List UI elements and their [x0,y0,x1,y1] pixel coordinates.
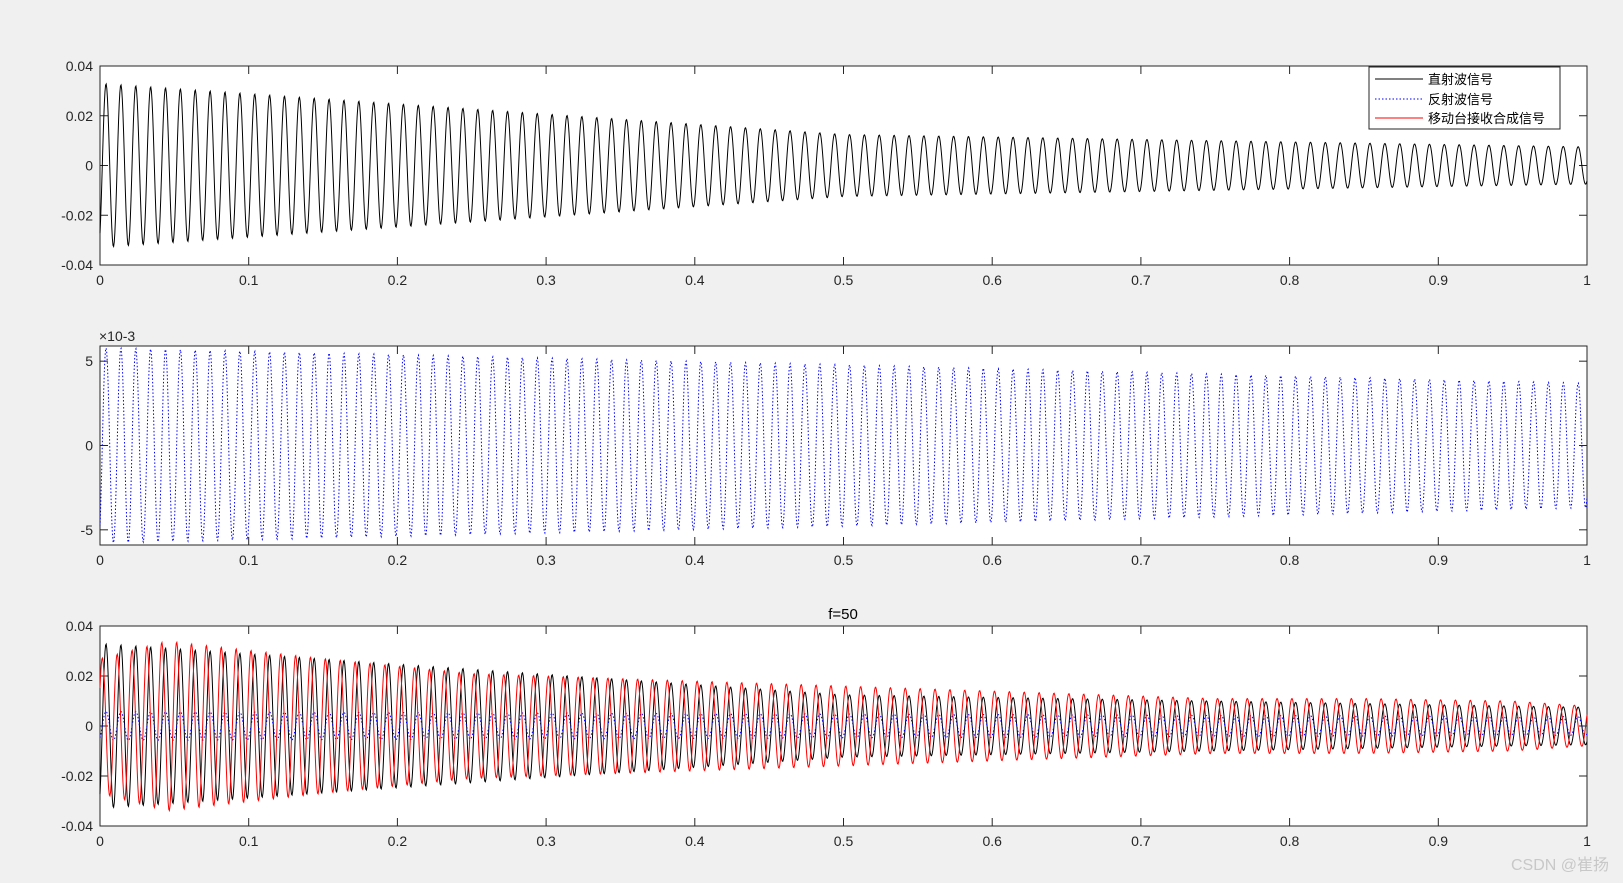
y-tick-label: 0 [85,718,93,734]
watermark: CSDN @崔扬 [1510,857,1609,874]
axes-direct-wave: 0 0.1 0.2 0.3 0.4 0.5 0.6 0.7 0.8 0.9 1 -0.04 -0.02… [61,58,1591,288]
x-tick-label: 0.5 [834,272,854,288]
x-tick-label: 0.3 [536,272,556,288]
x-tick-label: 0.1 [239,833,259,849]
x-tick-label: 0.5 [834,552,854,568]
legend-label-reflected: 反射波信号 [1428,92,1493,108]
axes-combined-signal: f=50 0 0.1 0.2 0.3 0.4 0.5 0.6 0.7 0.8 0.9 1 -0.04… [61,606,1591,849]
x-tick-label: 0.3 [536,833,556,849]
x-tick-label: 0.2 [388,833,408,849]
y-tick-label: -0.04 [61,257,93,273]
x-tick-label: 0.1 [239,272,259,288]
x-tick-label: 0.3 [536,552,556,568]
x-tick-label: 0.8 [1280,552,1300,568]
y-tick-label: 0.04 [66,58,93,74]
figure-canvas: 0 0.1 0.2 0.3 0.4 0.5 0.6 0.7 0.8 0.9 1 -0.04 -0.02… [0,0,1623,883]
plot-area [99,65,1588,266]
x-tick-label: 0 [96,833,104,849]
plot-area [99,625,1588,827]
x-tick-label: 0.7 [1131,272,1151,288]
y-tick-label: -0.02 [61,207,93,223]
x-tick-label: 0.8 [1280,272,1300,288]
y-scale-exponent: ×10-3 [99,328,135,344]
x-tick-label: 0.7 [1131,552,1151,568]
y-tick-label: -0.02 [61,768,93,784]
x-tick-label: 0 [96,552,104,568]
x-tick-label: 0.7 [1131,833,1151,849]
x-tick-label: 0.9 [1429,272,1449,288]
y-tick-label: 0.04 [66,618,93,634]
x-tick-label: 0.6 [982,833,1002,849]
y-tick-label: -5 [81,522,94,538]
x-tick-label: 1 [1583,833,1591,849]
x-tick-label: 1 [1583,272,1591,288]
x-tick-label: 0.4 [685,272,705,288]
x-tick-label: 0.9 [1429,552,1449,568]
legend-label-direct: 直射波信号 [1428,72,1493,88]
x-tick-label: 0.6 [982,272,1002,288]
x-tick-label: 0.2 [388,552,408,568]
axes-reflected-wave: 0 0.1 0.2 0.3 0.4 0.5 0.6 0.7 0.8 0.9 1 -505 ×10-3 [81,328,1592,568]
x-tick-label: 0.4 [685,552,705,568]
y-tick-label: 0 [85,438,93,454]
y-tick-label: 5 [85,353,93,369]
x-tick-label: 0.8 [1280,833,1300,849]
x-tick-label: 0.1 [239,552,259,568]
y-tick-label: 0.02 [66,108,93,124]
x-tick-label: 0.9 [1429,833,1449,849]
chart-title: f=50 [828,606,858,623]
x-tick-label: 0 [96,272,104,288]
x-tick-label: 0.6 [982,552,1002,568]
x-tick-label: 0.5 [834,833,854,849]
x-tick-label: 0.4 [685,833,705,849]
legend: 直射波信号 反射波信号 移动台接收合成信号 [1368,66,1561,130]
y-tick-label: -0.04 [61,818,93,834]
x-tick-label: 0.2 [388,272,408,288]
x-tick-label: 1 [1583,552,1591,568]
y-tick-label: 0 [85,158,93,174]
y-tick-label: 0.02 [66,668,93,684]
legend-label-combined: 移动台接收合成信号 [1428,111,1545,127]
